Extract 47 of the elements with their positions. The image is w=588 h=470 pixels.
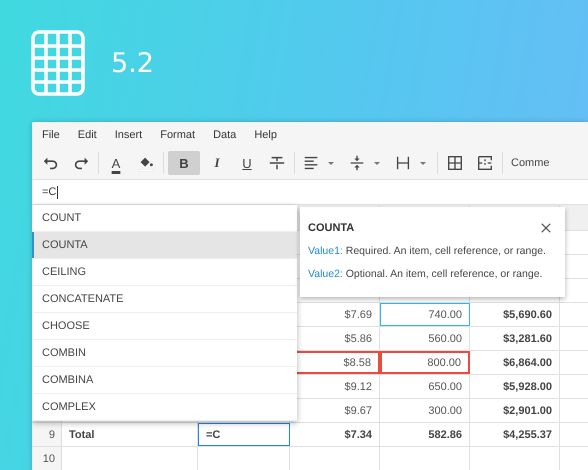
underline-button[interactable]: U [234, 151, 260, 175]
parameter-description: Value1: Required. An item, cell reference, or range. [308, 245, 547, 257]
table-cell: 560.00 [380, 327, 470, 350]
merge-cells-icon [476, 154, 494, 172]
table-cell: 300.00 [380, 399, 470, 422]
table-cell: $5,928.00 [470, 375, 560, 398]
table-cell: $2,901.00 [470, 399, 560, 422]
suggestion-item[interactable]: COMPLEX [32, 394, 297, 421]
menu-item[interactable]: File [42, 128, 60, 140]
close-icon [539, 221, 553, 235]
spreadsheet-grid-icon [31, 30, 85, 96]
version-label: 5.2 [111, 48, 154, 78]
suggestion-item[interactable]: CHOOSE [32, 313, 297, 340]
menu-item[interactable]: Edit [78, 128, 97, 140]
bold-button[interactable]: B [168, 151, 200, 175]
parameter-description: Value2: Optional. An item, cell reference, or range. [308, 268, 544, 280]
suggestion-item[interactable]: COMBIN [32, 340, 297, 367]
menu-item[interactable]: Help [254, 128, 277, 140]
table-cell: 800.00 [380, 351, 470, 374]
table-cell[interactable]: =C [198, 423, 290, 446]
table-cell: $7.34 [290, 423, 380, 446]
text-wrap-icon [394, 154, 412, 172]
vertical-align-icon [348, 154, 366, 172]
strikethrough-icon [268, 154, 286, 172]
menu-item[interactable]: Data [213, 128, 236, 140]
italic-button[interactable]: I [204, 151, 230, 175]
table-cell: 582.86 [380, 423, 470, 446]
table-cell: $4,255.37 [470, 423, 560, 446]
menu-item[interactable]: Insert [114, 128, 142, 140]
menu-item[interactable]: Format [160, 128, 196, 140]
suggestion-item[interactable]: COUNTA [32, 232, 297, 259]
table-cell: 740.00 [380, 303, 470, 326]
table-cell: $5,690.60 [470, 303, 560, 326]
borders-icon [446, 154, 464, 172]
text-color-button[interactable]: A [103, 151, 129, 175]
table-cell: $3,281.60 [470, 327, 560, 350]
table-cell: 650.00 [380, 375, 470, 398]
suggestion-item[interactable]: CONCATENATE [32, 286, 297, 313]
suggestion-item[interactable]: CEILING [32, 259, 297, 286]
suggestion-item[interactable]: COMBINA [32, 367, 297, 394]
table-cell: $6,864.00 [470, 351, 560, 374]
table-cell: Total [62, 423, 198, 446]
comment-button[interactable]: Comme [507, 151, 552, 175]
tooltip-title: COUNTA [308, 222, 354, 234]
align-left-icon [302, 154, 320, 172]
row-number: 10 [32, 447, 62, 470]
row-number: 9 [32, 423, 62, 446]
